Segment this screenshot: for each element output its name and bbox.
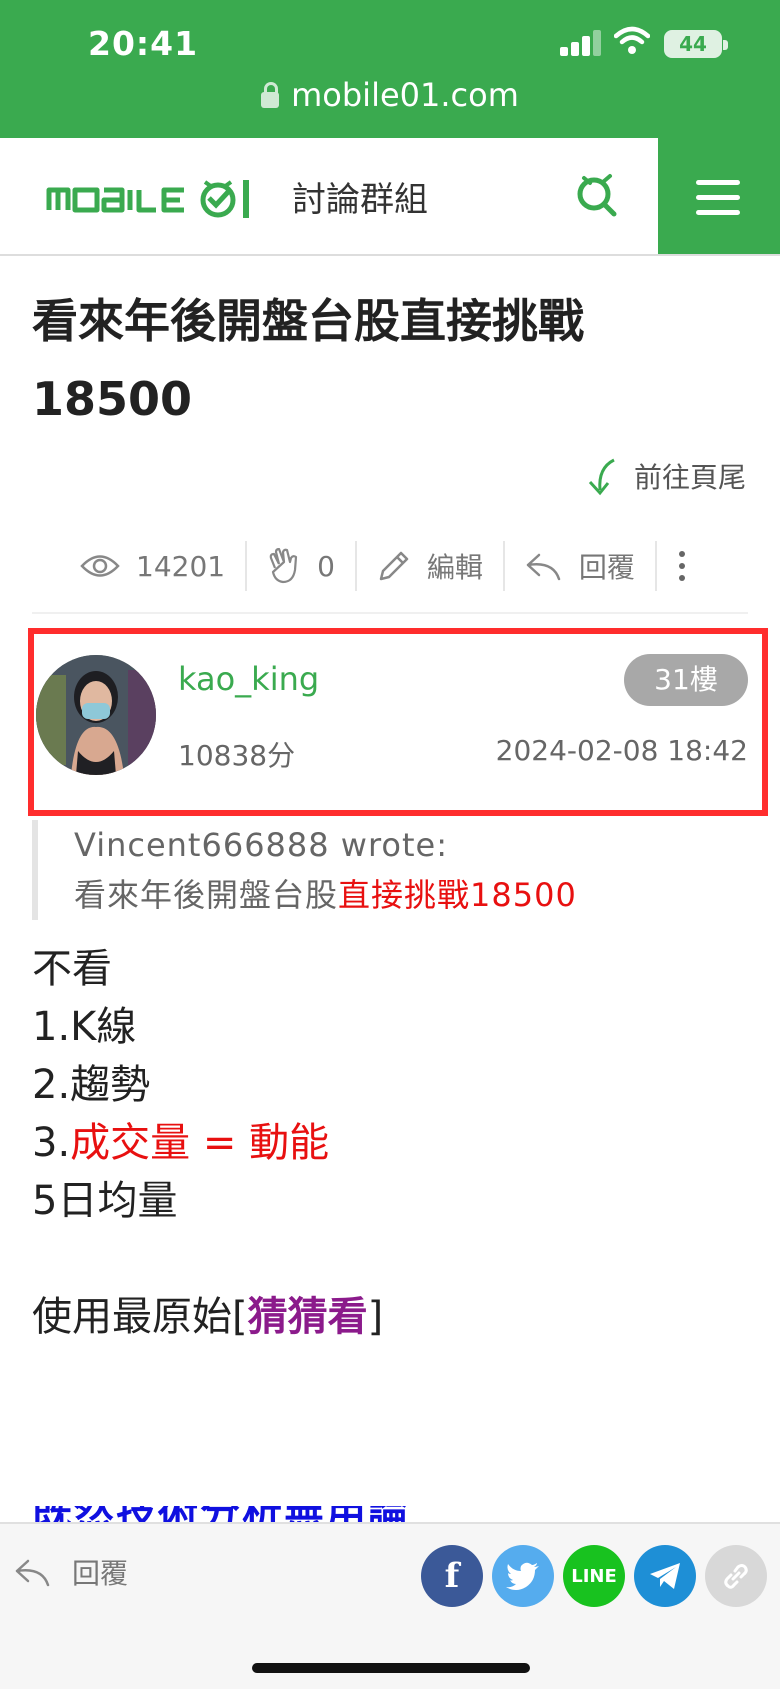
share-line-button[interactable]: LINE — [563, 1545, 625, 1607]
post-line-part: 使用最原始[ — [32, 1294, 248, 1340]
telegram-icon — [650, 1563, 680, 1589]
like-count: 0 — [317, 549, 335, 583]
mobile01-logo-icon — [46, 180, 249, 218]
status-time: 20:41 — [88, 24, 199, 63]
reply-icon — [15, 1559, 50, 1587]
forum-section-title[interactable]: 討論群組 — [292, 172, 428, 221]
facebook-icon: f — [444, 1556, 460, 1596]
wifi-icon — [614, 26, 650, 54]
copy-link-button[interactable] — [705, 1545, 767, 1607]
url-text: mobile01.com — [291, 76, 519, 114]
like-button[interactable]: 0 — [247, 541, 357, 591]
goto-footer-label: 前往頁尾 — [634, 461, 747, 494]
share-twitter-button[interactable] — [492, 1545, 554, 1607]
user-photo-icon — [36, 655, 156, 775]
bottom-reply-label: 回覆 — [72, 1557, 129, 1590]
reply-label: 回覆 — [578, 551, 635, 584]
post-line-number: 3. — [32, 1120, 71, 1166]
post-line: 2.趨勢 — [32, 1062, 151, 1108]
quote-text: 看來年後開盤台股直接挑戰18500 — [74, 870, 752, 920]
post-line-cut: 既然技術分析無用論 — [32, 1506, 472, 1522]
goto-footer-link[interactable]: 前往頁尾 — [584, 456, 746, 496]
more-vertical-icon — [678, 551, 685, 581]
post-actions-bar: 14201 0 編輯 回覆 — [60, 536, 760, 596]
edit-label: 編輯 — [426, 551, 483, 584]
url-bar[interactable]: mobile01.com — [0, 76, 780, 114]
search-icon[interactable] — [574, 172, 620, 218]
post-line: 1.K線 — [32, 1004, 137, 1050]
post-line: 5日均量 — [32, 1178, 178, 1224]
username-link[interactable]: kao_king — [178, 660, 319, 698]
post-line: 不看 — [32, 946, 112, 992]
eye-icon — [80, 555, 120, 577]
reply-button[interactable]: 回覆 — [505, 541, 657, 591]
views-count: 14201 — [136, 549, 226, 583]
post-datetime: 2024-02-08 18:42 — [495, 734, 748, 767]
thread-title: 看來年後開盤台股直接挑戰 18500 — [32, 294, 584, 426]
user-score: 10838分 — [178, 739, 296, 772]
quote-block: Vincent666888 wrote: 看來年後開盤台股直接挑戰18500 — [32, 820, 752, 920]
status-bar: 20:41 44 mobile01.com — [0, 0, 780, 138]
quote-author: Vincent666888 wrote: — [74, 826, 449, 864]
arrow-down-icon — [588, 458, 615, 496]
battery-icon: 44 — [664, 30, 728, 58]
more-options-button[interactable] — [657, 541, 723, 591]
post-line-part: ] — [367, 1294, 384, 1340]
home-indicator[interactable] — [252, 1663, 530, 1673]
bottom-reply-button[interactable]: 回覆 — [14, 1552, 128, 1592]
cellular-signal-icon — [560, 28, 602, 56]
post-line-emphasis: 猜猜看 — [247, 1294, 368, 1340]
quote-text-plain: 看來年後開盤台股 — [74, 876, 339, 914]
menu-button[interactable] — [658, 138, 780, 254]
link-icon — [724, 1564, 748, 1589]
post-line-cut-text: 既然技術分析無用論 — [32, 1506, 472, 1522]
post-line-highlight: 成交量 = 動能 — [70, 1120, 330, 1166]
clap-icon — [269, 548, 298, 584]
edit-button[interactable]: 編輯 — [357, 541, 505, 591]
share-telegram-button[interactable] — [634, 1545, 696, 1607]
quote-text-highlight: 直接挑戰18500 — [338, 876, 577, 914]
share-facebook-button[interactable]: f — [421, 1545, 483, 1607]
views-counter: 14201 — [60, 541, 248, 591]
site-logo[interactable] — [46, 172, 266, 222]
post-line: 使用最原始[猜猜看] — [32, 1286, 752, 1348]
floor-badge[interactable]: 31樓 — [624, 654, 748, 706]
divider — [32, 612, 748, 614]
lock-icon — [261, 82, 280, 108]
pencil-icon — [379, 551, 409, 581]
reply-icon — [526, 553, 561, 581]
twitter-bird-icon — [506, 1562, 539, 1590]
avatar[interactable] — [36, 655, 156, 775]
line-icon: LINE — [571, 1565, 617, 1587]
post-line: 3.成交量 = 動能 — [32, 1112, 752, 1174]
